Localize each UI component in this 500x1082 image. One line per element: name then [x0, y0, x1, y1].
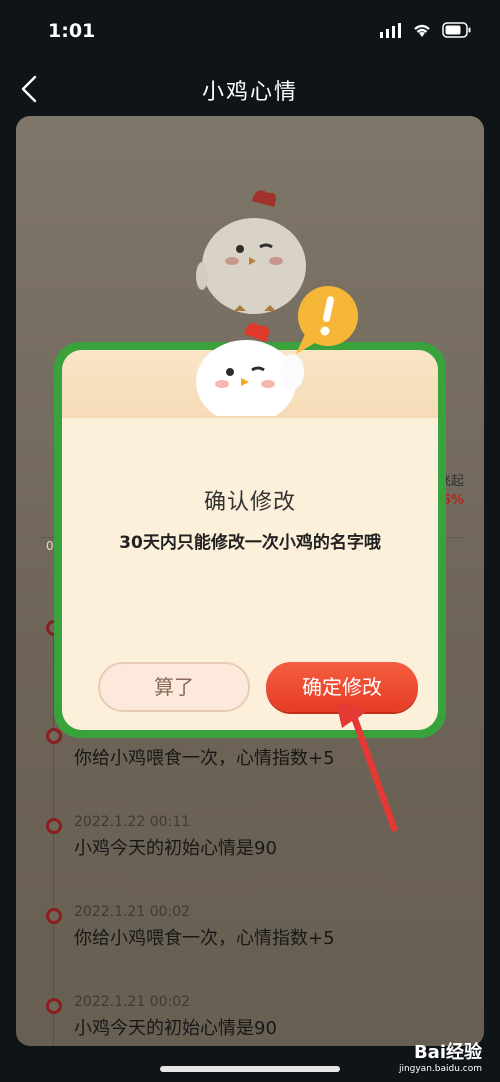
card-side-value: 0 — [46, 539, 54, 553]
status-bar: 1:01 — [0, 0, 500, 62]
exclamation-bubble-icon — [296, 286, 358, 354]
timeline-text: 你给小鸡喂食一次，心情指数+5 — [74, 748, 335, 769]
nav-bar: 小鸡心情 — [0, 62, 500, 114]
timeline-date: 2022.1.21 00:02 — [74, 994, 191, 1010]
arrow-pointer-icon — [336, 702, 398, 832]
status-time: 1:01 — [48, 20, 96, 42]
chick-peek-icon — [196, 323, 304, 416]
watermark-url: jingyan.baidu.com — [398, 1064, 482, 1074]
timeline-text: 小鸡今天的初始心情是90 — [74, 1018, 277, 1039]
timeline-date: 2022.1.22 00:11 — [74, 814, 191, 830]
signal-icon — [380, 23, 401, 38]
timeline-dot — [46, 818, 62, 834]
wifi-icon — [414, 24, 430, 37]
timeline-date: 2022.1.21 00:02 — [74, 904, 191, 920]
dialog-title: 确认修改 — [203, 490, 296, 515]
timeline-text: 你给小鸡喂食一次，心情指数+5 — [74, 928, 335, 949]
timeline-dot — [46, 998, 62, 1014]
watermark: Bai经验 jingyan.baidu.com — [399, 1038, 482, 1074]
battery-icon — [442, 22, 471, 38]
status-icons — [380, 22, 472, 38]
dialog-message: 30天内只能修改一次小鸡的名字哦 — [119, 533, 381, 553]
page-title: 小鸡心情 — [201, 80, 298, 105]
home-indicator[interactable] — [160, 1066, 340, 1072]
watermark-logo: Bai经验 — [413, 1042, 482, 1063]
timeline-dot — [46, 908, 62, 924]
timeline-dot — [46, 728, 62, 744]
timeline-text: 小鸡今天的初始心情是90 — [74, 838, 277, 859]
cancel-button[interactable]: 算了 — [98, 662, 250, 712]
